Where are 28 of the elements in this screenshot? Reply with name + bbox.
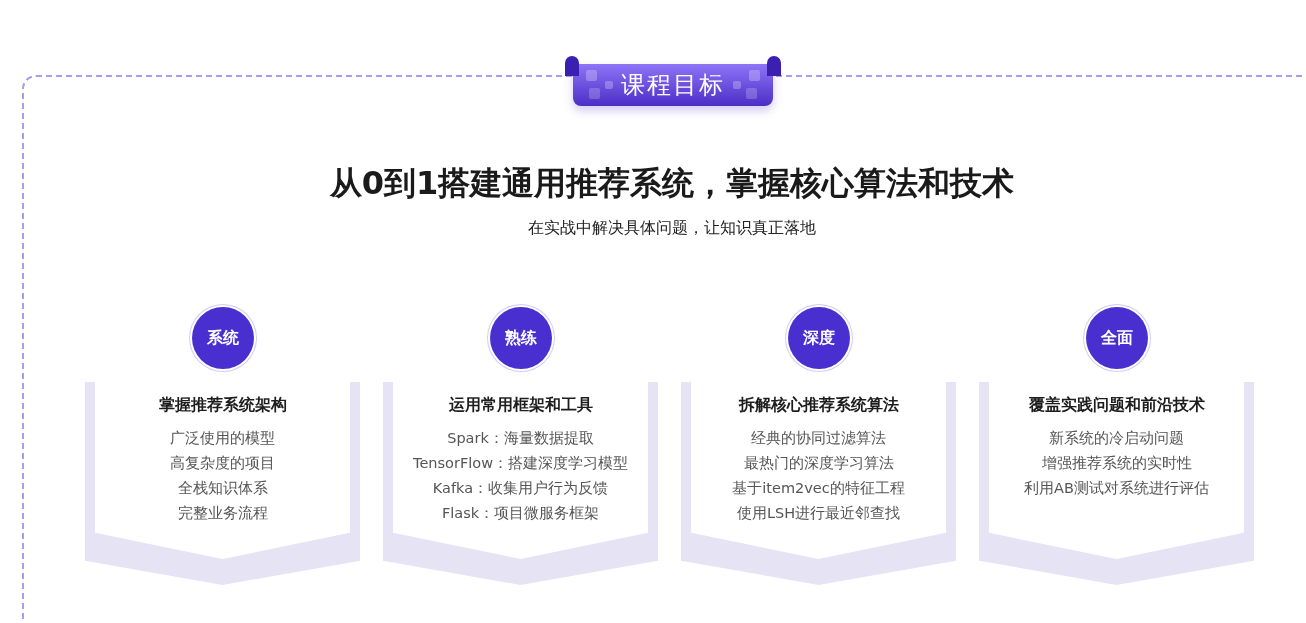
card-item: 完整业务流程 [177,504,268,523]
card-item: 利用AB测试对系统进行评估 [1024,479,1209,498]
card-item: Kafka：收集用户行为反馈 [432,479,609,498]
card-item: 使用LSH进行最近邻查找 [736,504,901,523]
square-pattern-icon [731,70,761,100]
card-item: 广泛使用的模型 [170,429,275,448]
card-item: 经典的协同过滤算法 [751,429,886,448]
card-title: 运用常用框架和工具 [448,395,593,416]
card-item: Flask：项目微服务框架 [441,504,600,523]
card-item: 新系统的冷启动问题 [1049,429,1184,448]
card-item: 基于item2vec的特征工程 [732,479,905,498]
card-badge: 深度 [787,307,850,369]
card-item: 增强推荐系统的实时性 [1041,454,1192,473]
card-item: 最热门的深度学习算法 [743,454,894,473]
card-badge: 系统 [191,307,254,369]
card-item: Spark：海量数据提取 [447,429,594,448]
card-title: 覆盖实践问题和前沿技术 [1028,395,1205,416]
card-item: 全栈知识体系 [177,479,268,498]
ribbon-label: 课程目标 [621,70,725,101]
page-title: 从0到1搭建通用推荐系统，掌握核心算法和技术 [328,163,1016,204]
card-title: 拆解核心推荐系统算法 [738,395,899,416]
card-badge: 全面 [1085,307,1148,369]
square-pattern-icon [585,70,615,100]
card-item: TensorFlow：搭建深度学习模型 [413,454,628,473]
card-item: 高复杂度的项目 [170,454,275,473]
page-subtitle: 在实战中解决具体问题，让知识真正落地 [527,218,817,239]
card-badge: 熟练 [489,307,552,369]
card-title: 掌握推荐系统架构 [158,395,287,416]
